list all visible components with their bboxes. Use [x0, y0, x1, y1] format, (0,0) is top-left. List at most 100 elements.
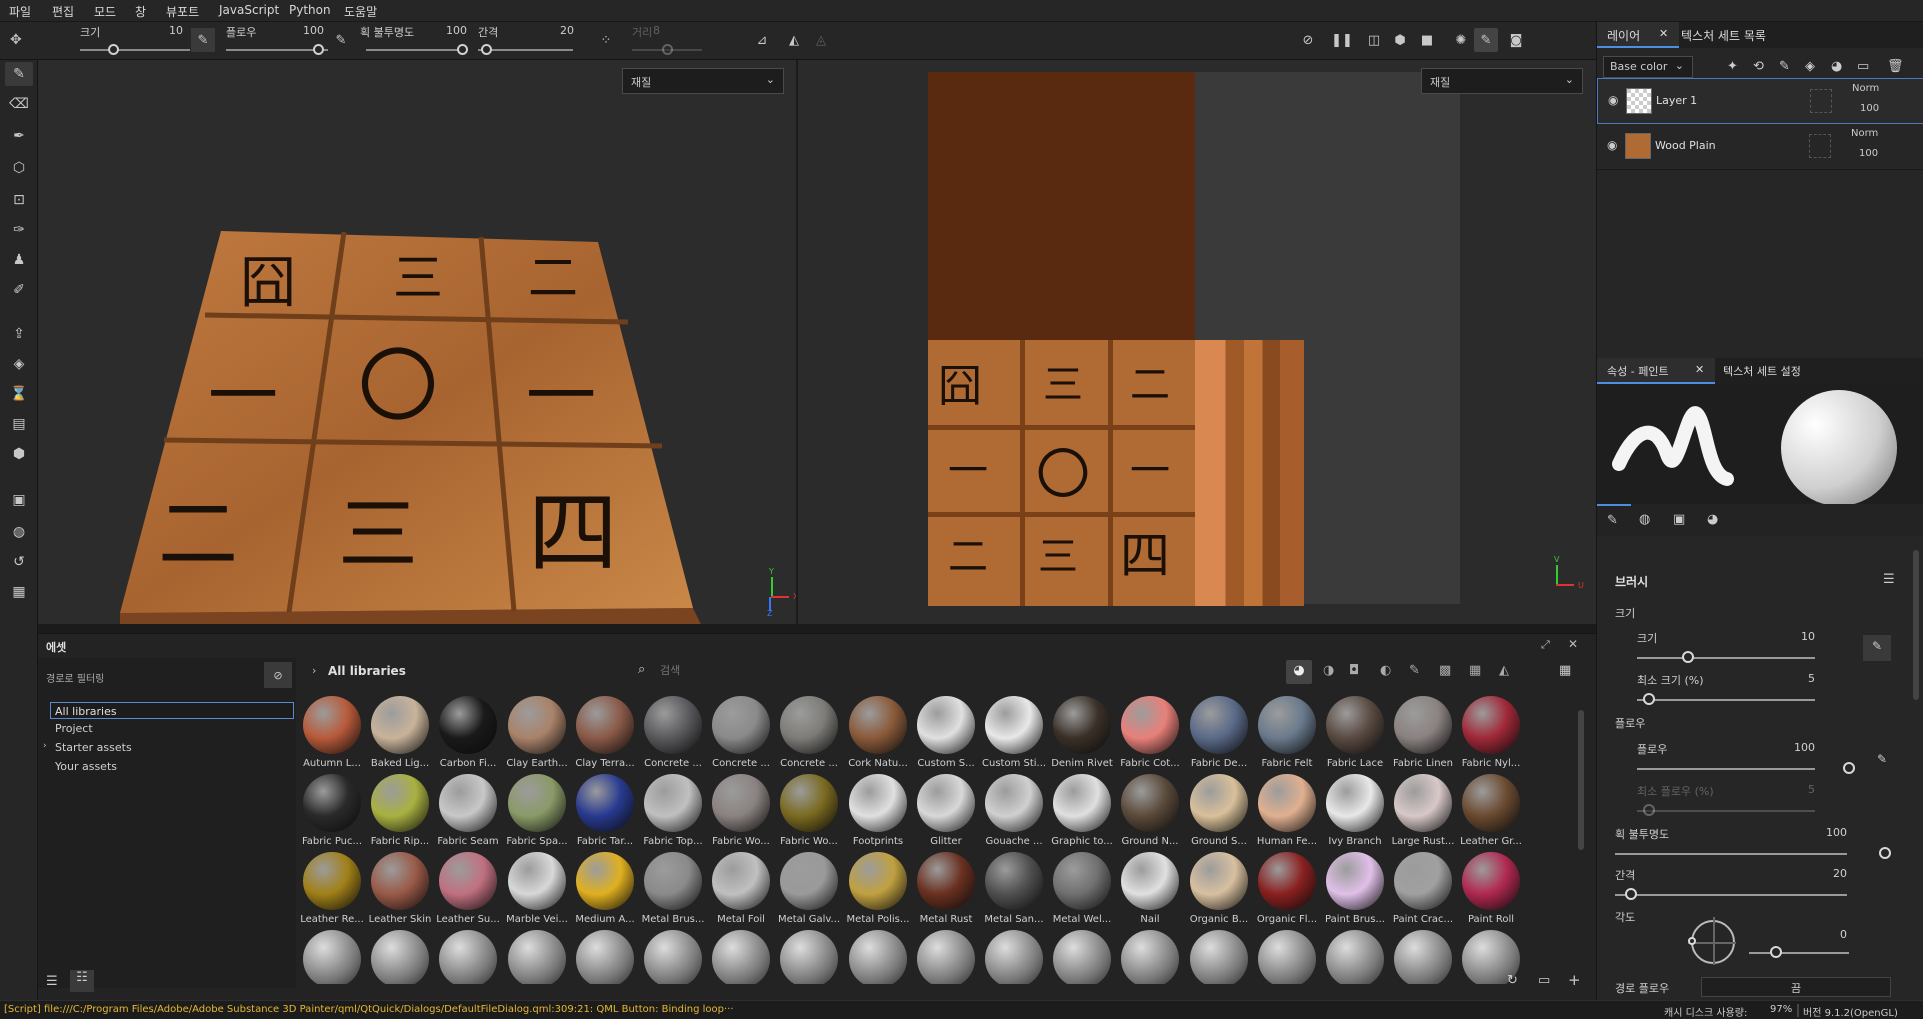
symmetry-settings-icon[interactable]: ◬ — [809, 28, 833, 52]
size-pressure-icon[interactable]: ✎ — [1863, 635, 1891, 661]
toolbar-spacing-value[interactable]: 20 — [544, 24, 574, 37]
add-paint-layer-icon[interactable]: ✎ — [1779, 59, 1790, 74]
asset-thumbnail[interactable] — [644, 852, 702, 910]
opacity-knob[interactable] — [1879, 847, 1891, 859]
size-slider[interactable] — [1637, 657, 1815, 659]
asset-thumbnail[interactable] — [1258, 852, 1316, 910]
asset-thumbnail[interactable] — [849, 852, 907, 910]
asset-thumbnail[interactable] — [1258, 930, 1316, 984]
layer-opacity[interactable]: 100 — [1859, 148, 1878, 159]
asset-thumbnail[interactable] — [1394, 930, 1452, 984]
screenshot-icon[interactable]: ◙ — [1504, 28, 1528, 52]
tree-item-project[interactable]: Project — [55, 722, 93, 735]
asset-thumbnail[interactable] — [1053, 852, 1111, 910]
alpha-icon[interactable]: ◍ — [1639, 512, 1650, 527]
projection-tool-icon[interactable]: ✒ — [5, 124, 33, 148]
asset-thumbnail[interactable] — [849, 930, 907, 984]
asset-thumbnail[interactable] — [1326, 930, 1384, 984]
filter-generators-icon[interactable]: ◐ — [1380, 663, 1391, 678]
spacing-slider[interactable] — [1615, 894, 1847, 896]
viewport-2d[interactable]: 囧 三 二 一 〇 一 二 三 四 재질 ⌄ V U — [798, 60, 1596, 624]
asset-thumbnail[interactable] — [712, 774, 770, 832]
asset-thumbnail[interactable] — [1394, 774, 1452, 832]
asset-thumbnail[interactable] — [985, 696, 1043, 754]
layer-row-layer1[interactable]: ◉ Layer 1 Norm 100 — [1597, 78, 1923, 124]
asset-thumbnail[interactable] — [303, 930, 361, 984]
asset-thumbnail[interactable] — [303, 774, 361, 832]
asset-thumbnail[interactable] — [303, 852, 361, 910]
filter-masks-icon[interactable]: ◘ — [1349, 663, 1359, 678]
asset-thumbnail[interactable] — [712, 696, 770, 754]
asset-thumbnail[interactable] — [1053, 696, 1111, 754]
asset-thumbnail[interactable] — [1394, 696, 1452, 754]
toolbar-opacity-value[interactable]: 100 — [437, 24, 467, 37]
filter-environments-icon[interactable]: ◭ — [1499, 663, 1509, 678]
render-icon[interactable]: ✺ — [1449, 28, 1473, 52]
flow-slider[interactable] — [1637, 768, 1815, 770]
toolbar-flow-value[interactable]: 100 — [294, 24, 324, 37]
asset-thumbnail[interactable] — [576, 774, 634, 832]
eraser-tool-icon[interactable]: ⌫ — [5, 92, 33, 116]
toolbar-size-value[interactable]: 10 — [153, 24, 183, 37]
toolbar-opacity-knob[interactable] — [457, 44, 468, 55]
path-flow-select[interactable]: 끔 — [1701, 977, 1891, 997]
asset-thumbnail[interactable] — [576, 696, 634, 754]
asset-thumbnail[interactable] — [917, 696, 975, 754]
add-fill-layer-icon[interactable]: ⟲ — [1753, 59, 1764, 74]
toolbar-size-slider[interactable] — [80, 49, 190, 51]
asset-thumbnail[interactable] — [1121, 696, 1179, 754]
menu-edit[interactable]: 편집 — [52, 3, 74, 20]
asset-thumbnail[interactable] — [917, 774, 975, 832]
log-icon[interactable]: ▦ — [5, 580, 33, 604]
chevron-right-icon[interactable]: › — [43, 741, 47, 751]
layer-blend[interactable]: Norm — [1852, 83, 1879, 94]
toolbar-spacing-slider[interactable] — [478, 49, 573, 51]
asset-thumbnail[interactable] — [1190, 930, 1248, 984]
asset-thumbnail[interactable] — [1326, 774, 1384, 832]
asset-thumbnail[interactable] — [985, 852, 1043, 910]
stencil-icon[interactable]: ✥ — [10, 32, 22, 48]
asset-thumbnail[interactable] — [303, 696, 361, 754]
asset-thumbnail[interactable] — [508, 774, 566, 832]
tab-texture-sets[interactable]: 텍스처 세트 목록 — [1681, 27, 1766, 44]
flow-pressure-icon[interactable]: ✎ — [329, 28, 353, 52]
camera-icon[interactable]: ■ — [1415, 28, 1439, 52]
smudge-tool-icon[interactable]: ✑ — [5, 218, 33, 242]
geometry-mask-icon[interactable]: ⊡ — [5, 188, 33, 212]
asset-thumbnail[interactable] — [439, 774, 497, 832]
pause-icon[interactable]: ❚❚ — [1330, 28, 1354, 52]
asset-thumbnail[interactable] — [1394, 852, 1452, 910]
add-icon[interactable]: + — [1568, 971, 1581, 989]
history-icon[interactable]: ↺ — [5, 550, 33, 574]
toolbar-flow-knob[interactable] — [313, 44, 324, 55]
spacing-value[interactable]: 20 — [1807, 867, 1847, 880]
paint-mode-icon[interactable]: ✎ — [1474, 28, 1498, 52]
min-size-value[interactable]: 5 — [1775, 672, 1815, 685]
stencil-tab-icon[interactable]: ▣ — [1673, 512, 1685, 527]
opacity-slider[interactable] — [1615, 853, 1847, 855]
asset-thumbnail[interactable] — [371, 774, 429, 832]
toolbar-spacing-knob[interactable] — [481, 44, 492, 55]
folder-icon[interactable]: ▭ — [1538, 973, 1550, 988]
asset-thumbnail[interactable] — [439, 930, 497, 984]
asset-thumbnail[interactable] — [1258, 696, 1316, 754]
filter-grid-icon[interactable]: ▦ — [1469, 663, 1481, 678]
asset-thumbnail[interactable] — [576, 930, 634, 984]
panel-divider[interactable] — [38, 624, 1596, 633]
tree-item-your-assets[interactable]: Your assets — [55, 760, 117, 773]
close-icon[interactable]: ✕ — [1568, 637, 1578, 651]
angle-slider[interactable] — [1749, 952, 1849, 954]
timer-icon[interactable]: ⌛ — [5, 382, 33, 406]
asset-thumbnail[interactable] — [780, 852, 838, 910]
eye-icon[interactable]: ◉ — [1607, 138, 1617, 152]
refresh-icon[interactable]: ↻ — [1507, 973, 1518, 988]
grid-view-icon[interactable]: ▦ — [1559, 663, 1571, 678]
color-picker-icon[interactable]: ✐ — [5, 278, 33, 302]
bake-icon[interactable]: ◈ — [5, 352, 33, 376]
close-icon[interactable]: ✕ — [1659, 27, 1668, 40]
asset-thumbnail[interactable] — [1258, 774, 1316, 832]
layer-row-wood-plain[interactable]: ◉ Wood Plain Norm 100 — [1597, 124, 1923, 170]
tab-properties-paint[interactable]: 속성 - 페인트 ✕ — [1597, 358, 1715, 384]
viewport-3d[interactable]: 재질 ⌄ 囧 三 二 一 〇 一 二 三 四 Y X Z — [38, 60, 798, 624]
mask-placeholder[interactable] — [1809, 134, 1831, 158]
